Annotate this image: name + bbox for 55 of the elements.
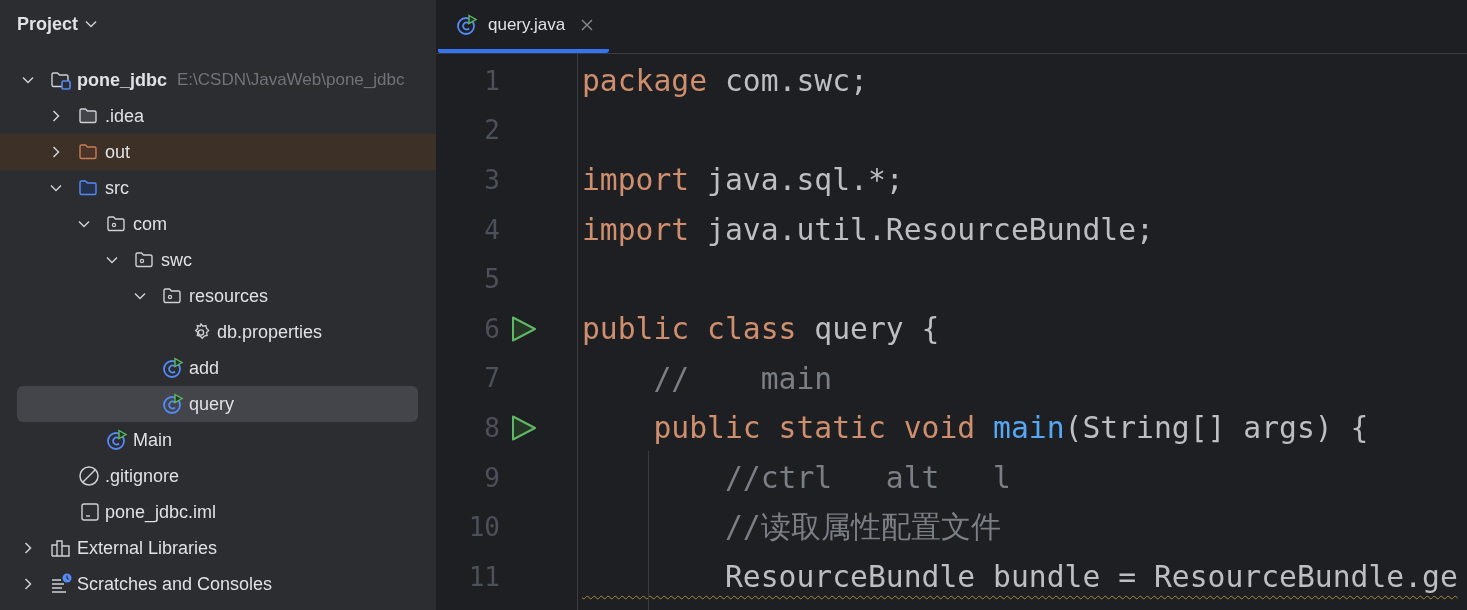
scratches-icon bbox=[50, 573, 72, 595]
close-icon[interactable] bbox=[581, 18, 594, 31]
prohibited-icon bbox=[78, 465, 100, 487]
tree-item-label: swc bbox=[161, 249, 192, 271]
file-icon bbox=[78, 501, 100, 523]
tree-item-label: Scratches and Consoles bbox=[77, 573, 273, 595]
code-line: import java.sql.*; bbox=[581, 162, 904, 198]
code-line: //ctrl alt l bbox=[724, 460, 1011, 496]
tree-row[interactable]: .gitignore bbox=[0, 458, 436, 494]
tree-row[interactable]: External Libraries bbox=[0, 530, 436, 566]
code-line: // main bbox=[652, 360, 833, 396]
tree-row[interactable]: pone_jdbc E:\CSDN\JavaWeb\pone_jdbc bbox=[0, 62, 436, 98]
class-run-icon bbox=[162, 357, 184, 379]
tree-row[interactable]: swc bbox=[0, 242, 436, 278]
code-line: ResourceBundle bundle = ResourceBundle.ge bbox=[724, 559, 1458, 595]
class-run-icon bbox=[456, 13, 478, 36]
tree-row[interactable]: Main bbox=[0, 422, 436, 458]
code-line: import java.util.ResourceBundle; bbox=[581, 212, 1154, 248]
tree-item-label: src bbox=[105, 177, 129, 199]
tree-row[interactable]: out bbox=[0, 134, 436, 170]
tree-item-label: .gitignore bbox=[105, 465, 180, 487]
tree-item-label: com bbox=[133, 213, 167, 235]
tree-item-label: Main bbox=[133, 429, 172, 451]
tree-item-label: External Libraries bbox=[77, 537, 218, 559]
tree-row[interactable]: query bbox=[17, 386, 418, 422]
panel-title: Project bbox=[17, 13, 79, 35]
tree-item-label: add bbox=[189, 357, 220, 379]
library-icon bbox=[50, 537, 72, 559]
tree-row[interactable]: Scratches and Consoles bbox=[0, 566, 436, 602]
run-icon[interactable] bbox=[510, 314, 538, 343]
run-icon[interactable] bbox=[510, 413, 538, 442]
tree-item-label: resources bbox=[189, 285, 269, 307]
code-line: package com.swc; bbox=[581, 63, 868, 99]
tab-label: query.java bbox=[488, 14, 566, 35]
tree-item-label: pone_jdbc.iml bbox=[105, 501, 217, 523]
tree-row[interactable]: .idea bbox=[0, 98, 436, 134]
tree-item-label: .idea bbox=[105, 105, 145, 127]
tree-row[interactable]: add bbox=[0, 350, 436, 386]
tree-row[interactable]: db.properties bbox=[0, 314, 436, 350]
tree-item-label: db.properties bbox=[217, 321, 323, 343]
editor-tab[interactable]: query.java bbox=[438, 0, 610, 53]
code-line: public class query { bbox=[581, 311, 940, 347]
tree-row[interactable]: com bbox=[0, 206, 436, 242]
tree-row[interactable]: resources bbox=[0, 278, 436, 314]
project-folder-icon bbox=[50, 69, 72, 91]
code-line: //读取属性配置文件 bbox=[724, 507, 1001, 546]
tree-row[interactable]: src bbox=[0, 170, 436, 206]
tree-item-label: query bbox=[189, 393, 235, 415]
project-path: E:\CSDN\JavaWeb\pone_jdbc bbox=[177, 70, 405, 90]
class-run-icon bbox=[106, 429, 128, 451]
tree-row[interactable]: pone_jdbc.iml bbox=[0, 494, 436, 530]
tree-item-label: out bbox=[105, 141, 131, 163]
code-line: public static void main(String[] args) { bbox=[652, 410, 1369, 446]
class-run-icon bbox=[162, 393, 184, 415]
tree-item-label: pone_jdbc bbox=[77, 69, 167, 91]
